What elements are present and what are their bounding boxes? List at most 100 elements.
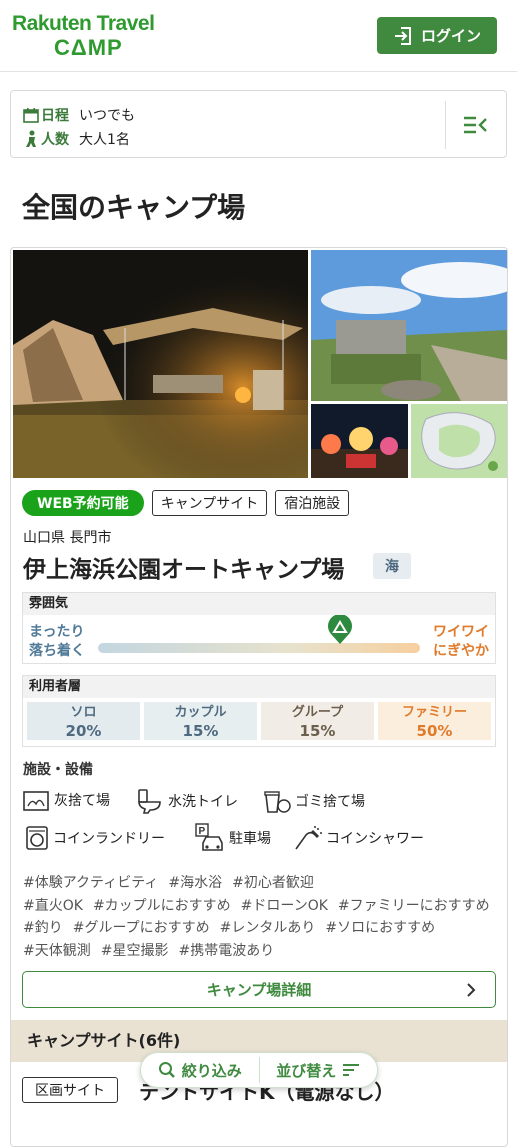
people-key: 人数 xyxy=(41,132,69,148)
hashtag[interactable]: #海水浴 xyxy=(168,875,222,891)
hashtag[interactable]: #グループにおすすめ xyxy=(73,920,210,936)
login-button[interactable]: ログイン xyxy=(377,17,497,54)
user-cell-couple: カップル 15% xyxy=(144,702,257,740)
login-label: ログイン xyxy=(420,27,481,45)
user-cell-family: ファミリー 50% xyxy=(378,702,491,740)
hashtag[interactable]: #携帯電波あり xyxy=(178,943,274,959)
site-type-tag: 区画サイト xyxy=(22,1077,118,1103)
web-reservation-badge: WEB予約可能 xyxy=(22,490,144,516)
sort-label: 並び替え xyxy=(276,1061,337,1080)
user-cell-name: カップル xyxy=(174,705,227,720)
divider xyxy=(445,101,446,149)
svg-text:P: P xyxy=(199,826,206,837)
page-title: 全国のキャンプ場 xyxy=(22,191,246,224)
date-key: 日程 xyxy=(41,108,69,124)
date-value: いつでも xyxy=(79,108,135,124)
facility-flush-toilet: 水洗トイレ xyxy=(136,788,238,814)
facility-label: コインランドリー xyxy=(53,831,165,847)
search-menu-icon[interactable] xyxy=(462,114,488,136)
user-cell-pct: 15% xyxy=(182,722,219,740)
user-cell-pct: 50% xyxy=(416,722,453,740)
app-header: Rakuten Travel CΔMP ログイン xyxy=(0,0,517,72)
hashtag[interactable]: #釣り xyxy=(23,920,63,936)
parking-icon: P xyxy=(195,823,223,851)
hashtag[interactable]: #天体観測 xyxy=(23,943,91,959)
user-cell-name: グループ xyxy=(291,705,344,720)
login-icon xyxy=(394,26,411,45)
hashtag[interactable]: #直火OK xyxy=(23,898,83,914)
photo-site-map[interactable] xyxy=(411,404,507,478)
user-cell-pct: 20% xyxy=(65,722,102,740)
lodging-badge: 宿泊施設 xyxy=(275,490,350,516)
detail-label: キャンプ場詳細 xyxy=(206,981,312,999)
hashtag[interactable]: #初心者歓迎 xyxy=(232,875,314,891)
chevron-right-icon xyxy=(467,983,476,997)
photo-night-camp[interactable] xyxy=(13,250,308,478)
filter-button[interactable]: 絞り込み xyxy=(141,1053,259,1087)
facilities-title: 施設・設備 xyxy=(23,762,93,778)
hashtag[interactable]: #レンタルあり xyxy=(220,920,316,936)
sea-tag: 海 xyxy=(373,553,411,579)
campsite-card[interactable]: WEB予約可能 キャンプサイト 宿泊施設 山口県 長門市 伊上海浜公園オートキャ… xyxy=(10,247,508,1147)
rakuten-travel-camp-logo[interactable]: Rakuten Travel CΔMP xyxy=(12,12,162,62)
facility-trash: ゴミ捨て場 xyxy=(263,788,365,814)
ash-disposal-icon xyxy=(23,791,49,811)
badge-row: WEB予約可能 キャンプサイト 宿泊施設 xyxy=(22,490,350,516)
atmosphere-lively-label: ワイワイ にぎやか xyxy=(433,623,489,661)
facility-label: 駐車場 xyxy=(229,831,271,847)
campsite-detail-button[interactable]: キャンプ場詳細 xyxy=(22,971,496,1008)
photo-gallery[interactable] xyxy=(11,248,507,480)
facility-coin-laundry: コインランドリー xyxy=(25,825,165,851)
facility-label: コインシャワー xyxy=(326,831,424,847)
user-cell-name: ファミリー xyxy=(401,705,467,720)
facility-ash-disposal: 灰捨て場 xyxy=(22,788,110,812)
search-conditions[interactable]: 日程 いつでも 人数 大人1名 xyxy=(10,90,507,158)
facility-label: ゴミ捨て場 xyxy=(295,794,365,810)
washing-machine-icon xyxy=(26,826,48,850)
facility-label: 水洗トイレ xyxy=(168,794,238,810)
hashtag-list: #体験アクティビティ #海水浴 #初心者歓迎 #直火OK #カップルにおすすめ #ドローン… xyxy=(23,872,503,962)
shower-icon xyxy=(295,826,322,850)
calm-label-1: まったり xyxy=(29,624,85,640)
users-title: 利用者層 xyxy=(23,676,495,698)
facility-coin-shower: コインシャワー xyxy=(294,825,424,851)
toilet-icon xyxy=(138,789,161,814)
location: 山口県 長門市 xyxy=(23,530,112,546)
logo-line-1: Rakuten Travel xyxy=(12,12,155,35)
sort-button[interactable]: 並び替え xyxy=(260,1053,378,1087)
atmosphere-calm-label: まったり 落ち着く xyxy=(29,623,85,661)
user-cell-group: グループ 15% xyxy=(261,702,374,740)
facility-parking: P 駐車場 xyxy=(195,823,271,853)
campsite-name[interactable]: 伊上海浜公園オートキャンプ場 xyxy=(23,550,344,584)
atmosphere-marker-icon xyxy=(327,615,352,644)
trash-icon xyxy=(264,791,291,813)
user-cell-name: ソロ xyxy=(70,705,97,720)
hashtag[interactable]: #ソロにおすすめ xyxy=(325,920,435,936)
user-cell-solo: ソロ 20% xyxy=(27,702,140,740)
calm-label-2: 落ち着く xyxy=(29,643,85,659)
lively-label-1: ワイワイ xyxy=(433,624,489,640)
atmosphere-scale xyxy=(98,643,420,653)
date-row[interactable]: 日程 いつでも xyxy=(23,105,135,125)
people-row[interactable]: 人数 大人1名 xyxy=(23,129,130,149)
search-icon xyxy=(158,1062,175,1078)
person-icon xyxy=(26,130,36,147)
hashtag[interactable]: #ファミリーにおすすめ xyxy=(338,898,490,914)
filter-sort-bar: 絞り込み 並び替え xyxy=(140,1052,378,1088)
lively-label-2: にぎやか xyxy=(433,643,489,659)
sort-icon xyxy=(343,1064,360,1076)
user-demographics-panel: 利用者層 ソロ 20% カップル 15% グループ 15% ファミリー 50% xyxy=(22,675,496,747)
hashtag[interactable]: #カップルにおすすめ xyxy=(93,898,231,914)
calendar-icon xyxy=(23,108,39,123)
filter-label: 絞り込み xyxy=(181,1061,242,1080)
photo-night-event[interactable] xyxy=(311,404,408,478)
atmosphere-title: 雰囲気 xyxy=(23,593,495,615)
campsite-type-badge: キャンプサイト xyxy=(151,490,268,516)
photo-sign-sky[interactable] xyxy=(311,250,507,401)
hashtag[interactable]: #体験アクティビティ xyxy=(23,875,158,891)
facility-label: 灰捨て場 xyxy=(54,793,110,809)
hashtag[interactable]: #ドローンOK xyxy=(241,898,328,914)
people-value: 大人1名 xyxy=(79,132,130,148)
user-cell-pct: 15% xyxy=(299,722,336,740)
hashtag[interactable]: #星空撮影 xyxy=(101,943,169,959)
